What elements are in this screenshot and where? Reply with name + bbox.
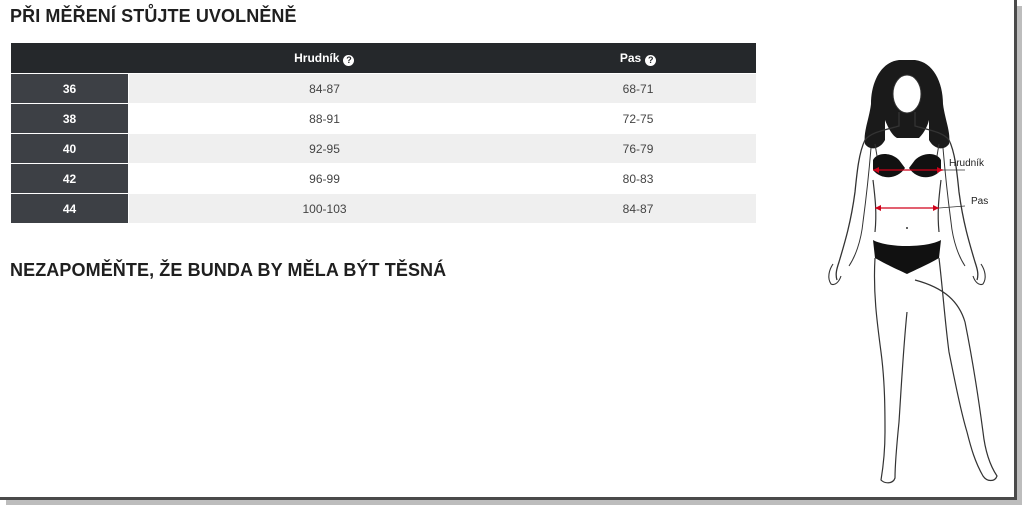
table-row: 40 92-95 76-79	[11, 133, 756, 164]
size-cell: 36	[11, 73, 129, 104]
chest-cell: 84-87	[128, 73, 521, 104]
waist-measure-label: Pas	[971, 196, 989, 207]
table-row: 36 84-87 68-71	[11, 73, 756, 104]
size-cell: 42	[11, 163, 129, 194]
waist-cell: 80-83	[520, 163, 756, 194]
measurement-figure: Hrudník Pas	[815, 52, 1015, 492]
header-waist: Pas?	[520, 43, 756, 74]
frame-shadow-bottom	[6, 500, 1020, 505]
waist-cell: 84-87	[520, 193, 756, 223]
page-heading: PŘI MĚŘENÍ STŮJTE UVOLNĚNĚ	[10, 6, 297, 26]
body-outline-illustration	[828, 60, 998, 484]
header-blank-cell	[11, 43, 129, 74]
chest-cell: 96-99	[128, 163, 521, 194]
chest-cell: 100-103	[128, 193, 521, 223]
table-row: 44 100-103 84-87	[11, 193, 756, 223]
chest-cell: 92-95	[128, 133, 521, 164]
waist-cell: 68-71	[520, 73, 756, 104]
help-icon[interactable]: ?	[343, 54, 355, 66]
reminder-heading: NEZAPOMĚŇTE, ŽE BUNDA BY MĚLA BÝT TĚSNÁ	[10, 260, 447, 280]
table-header-row: Hrudník? Pas?	[11, 43, 756, 74]
chest-cell: 88-91	[128, 103, 521, 134]
header-chest-label: Hrudník	[294, 50, 340, 65]
size-table: Hrudník? Pas? 36 84-87 68-71 38 88-91 72…	[11, 43, 756, 223]
size-cell: 40	[11, 133, 129, 164]
waist-cell: 76-79	[520, 133, 756, 164]
content-frame: PŘI MĚŘENÍ STŮJTE UVOLNĚNĚ Hrudník? Pas?…	[0, 0, 1017, 500]
waist-cell: 72-75	[520, 103, 756, 134]
frame-shadow-right	[1017, 6, 1022, 505]
size-cell: 44	[11, 193, 129, 223]
header-chest: Hrudník?	[128, 43, 521, 74]
chest-measure-label: Hrudník	[949, 158, 985, 169]
size-cell: 38	[11, 103, 129, 134]
help-icon[interactable]: ?	[645, 54, 657, 66]
table-row: 38 88-91 72-75	[11, 103, 756, 134]
header-waist-label: Pas	[619, 50, 642, 65]
table-row: 42 96-99 80-83	[11, 163, 756, 194]
